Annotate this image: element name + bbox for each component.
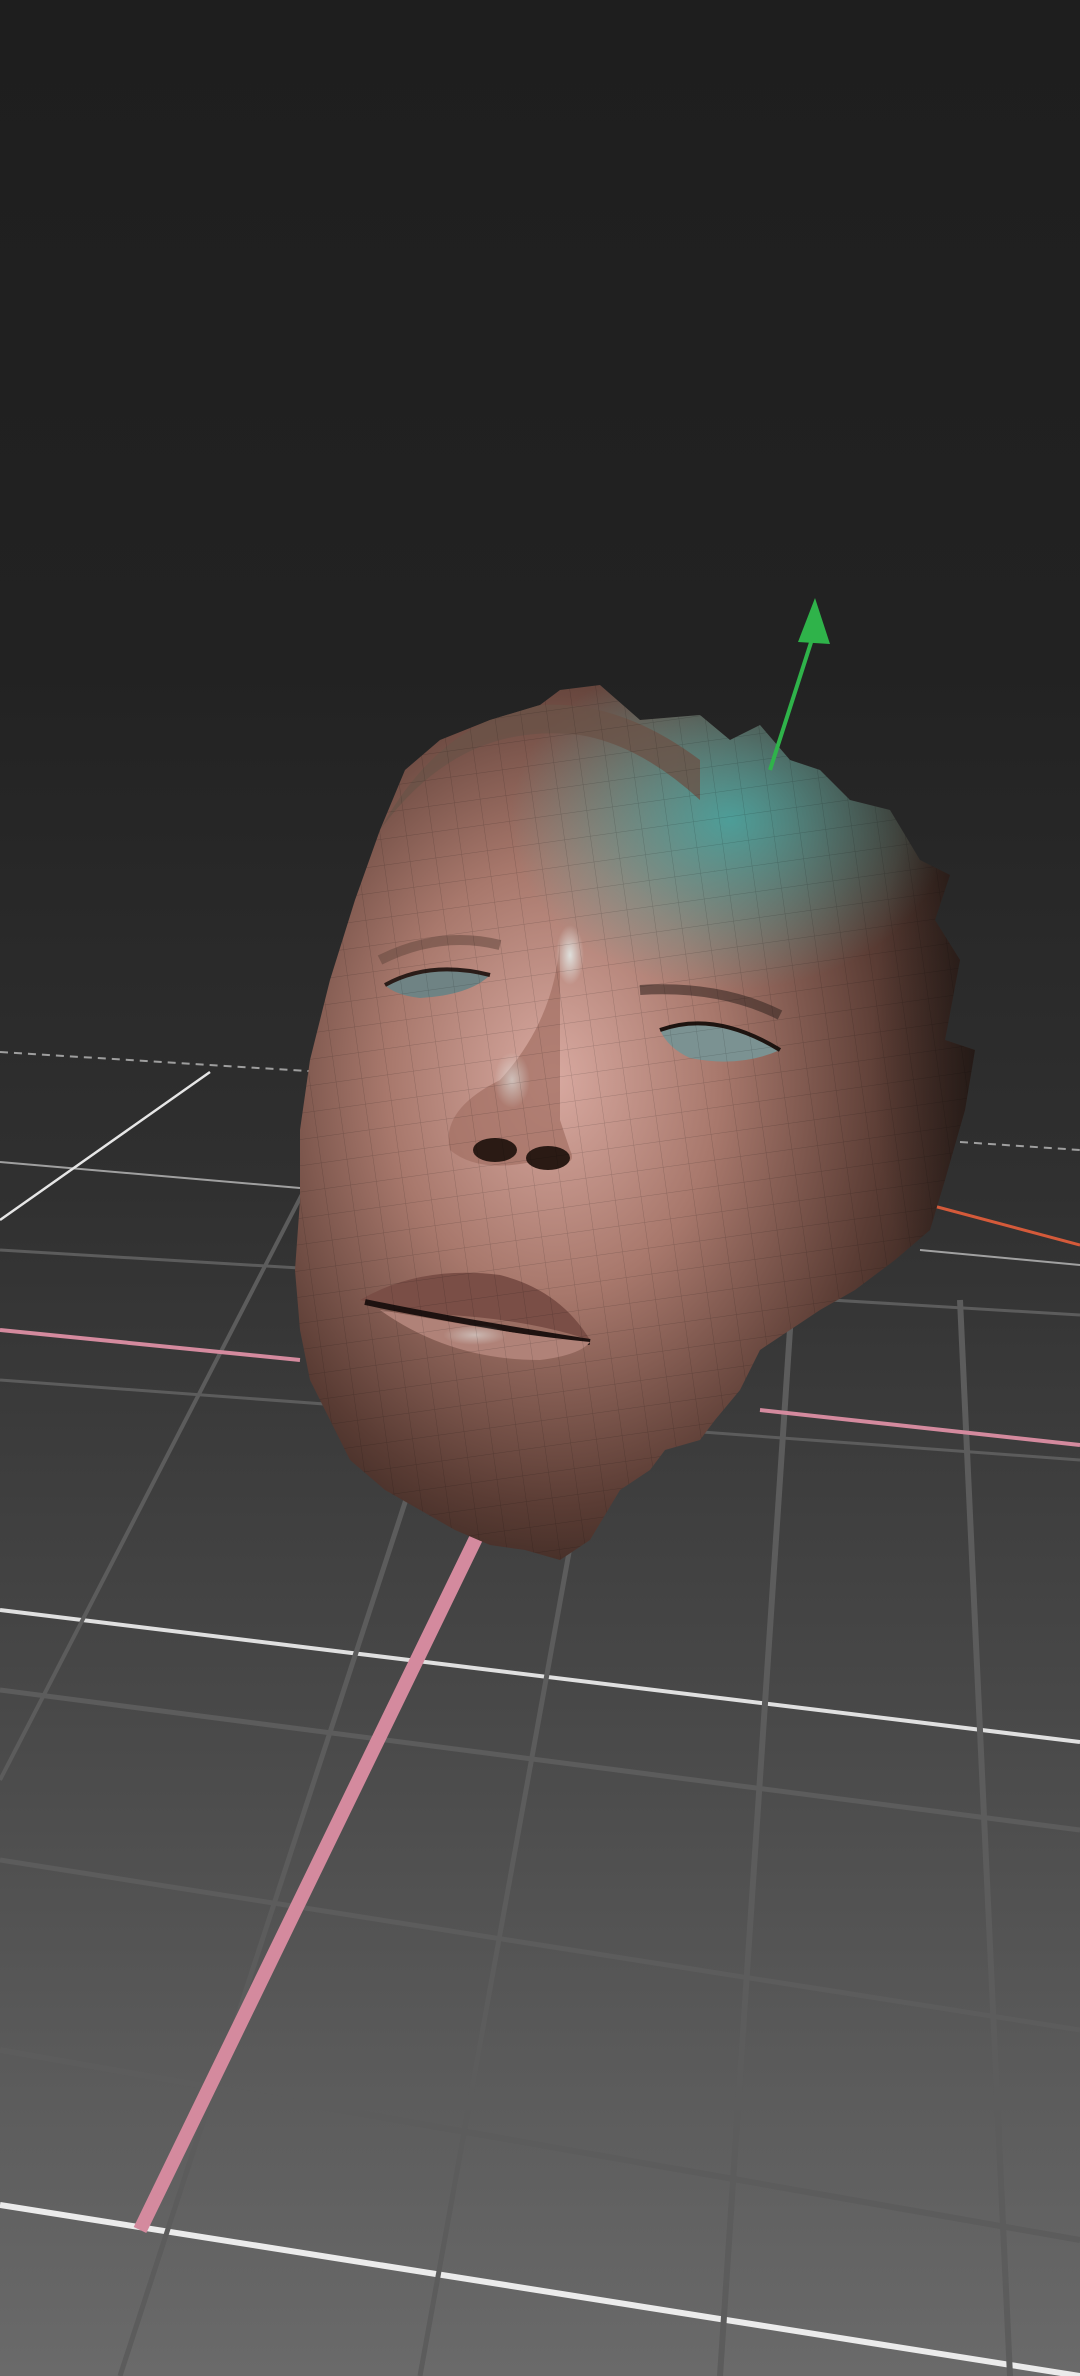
- viewport-canvas[interactable]: [0, 0, 1080, 2376]
- 3d-viewport[interactable]: [0, 0, 1080, 2376]
